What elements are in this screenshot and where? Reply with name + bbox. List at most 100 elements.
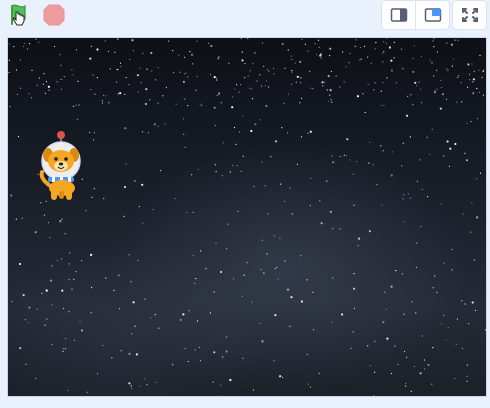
star bbox=[154, 314, 156, 316]
star bbox=[31, 69, 33, 71]
star bbox=[272, 67, 275, 69]
star bbox=[360, 58, 362, 60]
star bbox=[449, 147, 452, 150]
star bbox=[80, 329, 84, 332]
star bbox=[56, 259, 58, 261]
star bbox=[62, 307, 65, 310]
star bbox=[431, 383, 433, 385]
star bbox=[212, 381, 214, 383]
green-flag-button[interactable] bbox=[8, 3, 36, 29]
star bbox=[62, 350, 64, 353]
star bbox=[259, 322, 261, 325]
star bbox=[236, 84, 238, 86]
star bbox=[332, 228, 334, 230]
star bbox=[137, 91, 139, 93]
star bbox=[431, 128, 433, 130]
small-stage-button[interactable] bbox=[381, 0, 416, 30]
star bbox=[41, 292, 43, 294]
star bbox=[261, 85, 263, 87]
star bbox=[289, 187, 291, 189]
star bbox=[196, 75, 198, 78]
star bbox=[434, 275, 436, 277]
star bbox=[277, 278, 279, 280]
star bbox=[279, 375, 282, 378]
star bbox=[217, 58, 219, 60]
star bbox=[157, 125, 159, 127]
star bbox=[472, 78, 475, 81]
stop-icon bbox=[43, 4, 65, 26]
stage-canvas[interactable] bbox=[7, 37, 487, 397]
star bbox=[93, 188, 95, 190]
star bbox=[397, 363, 399, 366]
star bbox=[179, 318, 182, 321]
star bbox=[65, 337, 67, 340]
star bbox=[232, 164, 234, 166]
star bbox=[154, 79, 157, 81]
normal-stage-button[interactable] bbox=[415, 0, 450, 30]
star bbox=[76, 118, 78, 120]
star bbox=[369, 141, 371, 143]
star bbox=[318, 372, 320, 374]
stop-button[interactable] bbox=[42, 3, 66, 27]
star bbox=[429, 153, 431, 155]
star bbox=[429, 59, 431, 61]
star bbox=[476, 178, 478, 180]
star bbox=[119, 92, 122, 95]
star bbox=[383, 104, 385, 106]
star bbox=[450, 43, 453, 46]
star bbox=[69, 252, 71, 254]
star bbox=[327, 100, 329, 102]
dog-astronaut-sprite[interactable] bbox=[30, 130, 86, 202]
star bbox=[426, 136, 428, 138]
star bbox=[117, 38, 119, 40]
star bbox=[130, 281, 132, 283]
star bbox=[415, 266, 418, 269]
star bbox=[131, 39, 134, 42]
star bbox=[46, 318, 48, 320]
star bbox=[125, 76, 127, 79]
fullscreen-button[interactable] bbox=[452, 0, 487, 30]
star bbox=[198, 346, 200, 348]
star bbox=[300, 77, 302, 79]
star bbox=[457, 39, 459, 41]
star bbox=[294, 62, 296, 64]
star bbox=[359, 59, 361, 61]
star bbox=[268, 70, 270, 72]
star bbox=[231, 106, 234, 109]
star bbox=[90, 88, 92, 91]
star bbox=[78, 104, 80, 106]
star bbox=[142, 131, 144, 133]
star bbox=[353, 287, 356, 290]
star bbox=[307, 50, 309, 52]
star bbox=[44, 92, 47, 94]
star bbox=[259, 74, 261, 76]
star bbox=[274, 140, 278, 143]
star bbox=[324, 81, 326, 83]
star bbox=[8, 43, 10, 45]
star bbox=[77, 80, 79, 82]
star bbox=[395, 82, 398, 84]
star bbox=[129, 58, 131, 60]
star bbox=[471, 63, 473, 65]
star bbox=[284, 67, 286, 69]
star bbox=[390, 59, 393, 62]
star bbox=[443, 155, 445, 157]
star bbox=[165, 86, 167, 89]
star bbox=[296, 75, 299, 78]
star bbox=[474, 309, 477, 312]
star bbox=[309, 70, 311, 72]
star bbox=[261, 340, 264, 343]
star bbox=[433, 38, 435, 40]
star bbox=[225, 350, 228, 353]
star bbox=[386, 38, 388, 39]
star bbox=[443, 262, 445, 264]
star bbox=[409, 136, 411, 138]
star bbox=[91, 287, 93, 289]
star bbox=[289, 325, 291, 327]
star bbox=[215, 170, 217, 173]
star bbox=[276, 266, 278, 268]
star bbox=[420, 226, 422, 228]
star bbox=[47, 222, 50, 224]
star bbox=[17, 136, 20, 138]
star bbox=[63, 76, 65, 78]
